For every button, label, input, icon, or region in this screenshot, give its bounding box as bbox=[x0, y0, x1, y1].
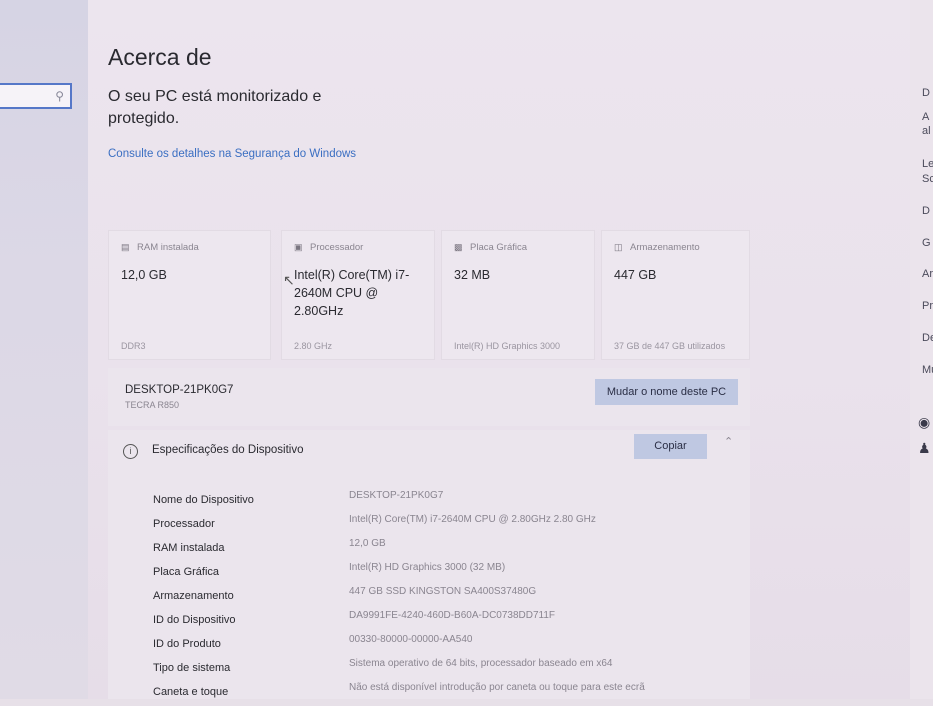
related-link[interactable]: G bbox=[922, 237, 931, 249]
get-help-icon[interactable]: ◉ bbox=[918, 414, 930, 431]
spec-value: 00330-80000-00000-AA540 bbox=[349, 634, 473, 645]
related-link[interactable]: A bbox=[922, 111, 929, 123]
spec-value: DA9991FE-4240-460D-B60A-DC0738DD711F bbox=[349, 610, 556, 621]
mouse-cursor-icon: ↖ bbox=[283, 272, 295, 288]
search-icon[interactable]: ⚲ bbox=[55, 89, 64, 103]
spec-value: Intel(R) Core(TM) i7-2640M CPU @ 2.80GHz… bbox=[349, 514, 596, 525]
rename-pc-button[interactable]: Mudar o nome deste PC bbox=[595, 379, 738, 405]
spec-label: Placa Gráfica bbox=[153, 566, 220, 578]
spec-label: Tipo de sistema bbox=[153, 662, 231, 674]
card-value: 12,0 GB bbox=[121, 268, 167, 282]
about-page: Acerca de O seu PC está monitorizado e p… bbox=[88, 0, 910, 699]
related-link[interactable]: De bbox=[922, 332, 933, 344]
graphics-card: ▩ Placa Gráfica 32 MB Intel(R) HD Graphic… bbox=[441, 230, 595, 360]
card-subtext: 37 GB de 447 GB utilizados bbox=[614, 341, 726, 351]
related-link[interactable]: al bbox=[922, 125, 931, 137]
device-specifications-panel: i Especificações do Dispositivo Copiar ⌃… bbox=[108, 430, 750, 699]
spec-value: 447 GB SSD KINGSTON SA400S37480G bbox=[349, 586, 537, 597]
feedback-icon[interactable]: ♟ bbox=[918, 440, 931, 457]
spec-value: Sistema operativo de 64 bits, processado… bbox=[349, 658, 613, 669]
related-link[interactable]: D bbox=[922, 87, 930, 99]
related-link[interactable]: Ar bbox=[922, 268, 933, 280]
processor-icon: ▣ bbox=[294, 242, 303, 252]
spec-label: Caneta e toque bbox=[153, 686, 229, 698]
spec-value: Não está disponível introdução por canet… bbox=[349, 682, 645, 693]
graphics-card-icon: ▩ bbox=[454, 242, 463, 252]
spec-label: Nome do Dispositivo bbox=[153, 494, 254, 506]
ram-card: ▤ RAM instalada 12,0 GB DDR3 bbox=[108, 230, 271, 360]
card-subtext: 2.80 GHz bbox=[294, 341, 333, 351]
card-header: RAM instalada bbox=[137, 242, 199, 253]
related-link[interactable]: Sc bbox=[922, 173, 933, 185]
pc-name: DESKTOP-21PK0G7 bbox=[125, 384, 234, 396]
card-value: 32 MB bbox=[454, 268, 491, 282]
settings-nav-panel: ⚲ bbox=[0, 0, 88, 699]
search-input[interactable]: ⚲ bbox=[0, 83, 72, 109]
card-subtext: Intel(R) HD Graphics 3000 bbox=[454, 341, 561, 351]
spec-value: Intel(R) HD Graphics 3000 (32 MB) bbox=[349, 562, 506, 573]
pc-model: TECRA R850 bbox=[125, 400, 180, 410]
card-subtext: DDR3 bbox=[121, 341, 146, 351]
related-link[interactable]: Pr bbox=[922, 300, 933, 312]
card-header: Processador bbox=[310, 242, 364, 253]
storage-icon: ◫ bbox=[614, 242, 623, 252]
related-link[interactable]: Le bbox=[922, 158, 933, 170]
card-value: 447 GB bbox=[614, 268, 657, 282]
page-title: Acerca de bbox=[108, 44, 212, 70]
storage-card: ◫ Armazenamento 447 GB 37 GB de 447 GB ut… bbox=[601, 230, 750, 360]
copy-button[interactable]: Copiar bbox=[634, 434, 707, 459]
card-value: Intel(R) Core(TM) i7-2640M CPU @ 2.80GHz bbox=[294, 268, 410, 318]
spec-label: Armazenamento bbox=[153, 590, 234, 602]
spec-value: 12,0 GB bbox=[349, 538, 386, 549]
card-header: Placa Gráfica bbox=[470, 242, 528, 253]
related-settings-panel: D A al Le Sc D G Ar Pr De Mu ◉ ♟ bbox=[910, 0, 933, 699]
related-link[interactable]: Mu bbox=[922, 364, 933, 376]
info-icon: i bbox=[123, 444, 138, 459]
spec-label: Processador bbox=[153, 518, 215, 530]
card-header: Armazenamento bbox=[630, 242, 700, 253]
processor-card: ▣ Processador Intel(R) Core(TM) i7-2640M … bbox=[281, 230, 435, 360]
spec-value: DESKTOP-21PK0G7 bbox=[349, 490, 444, 501]
security-details-link[interactable]: Consulte os detalhes na Segurança do Win… bbox=[108, 148, 356, 160]
chevron-up-icon[interactable]: ⌃ bbox=[724, 435, 733, 448]
spec-label: ID do Produto bbox=[153, 638, 221, 650]
ram-icon: ▤ bbox=[121, 242, 130, 252]
protection-status: O seu PC está monitorizado e protegido. bbox=[108, 88, 322, 127]
pc-name-row: DESKTOP-21PK0G7 TECRA R850 Mudar o nome … bbox=[108, 368, 750, 426]
specs-title[interactable]: Especificações do Dispositivo bbox=[152, 444, 304, 456]
spec-label: ID do Dispositivo bbox=[153, 614, 236, 626]
related-link[interactable]: D bbox=[922, 205, 930, 217]
spec-label: RAM instalada bbox=[153, 542, 225, 554]
